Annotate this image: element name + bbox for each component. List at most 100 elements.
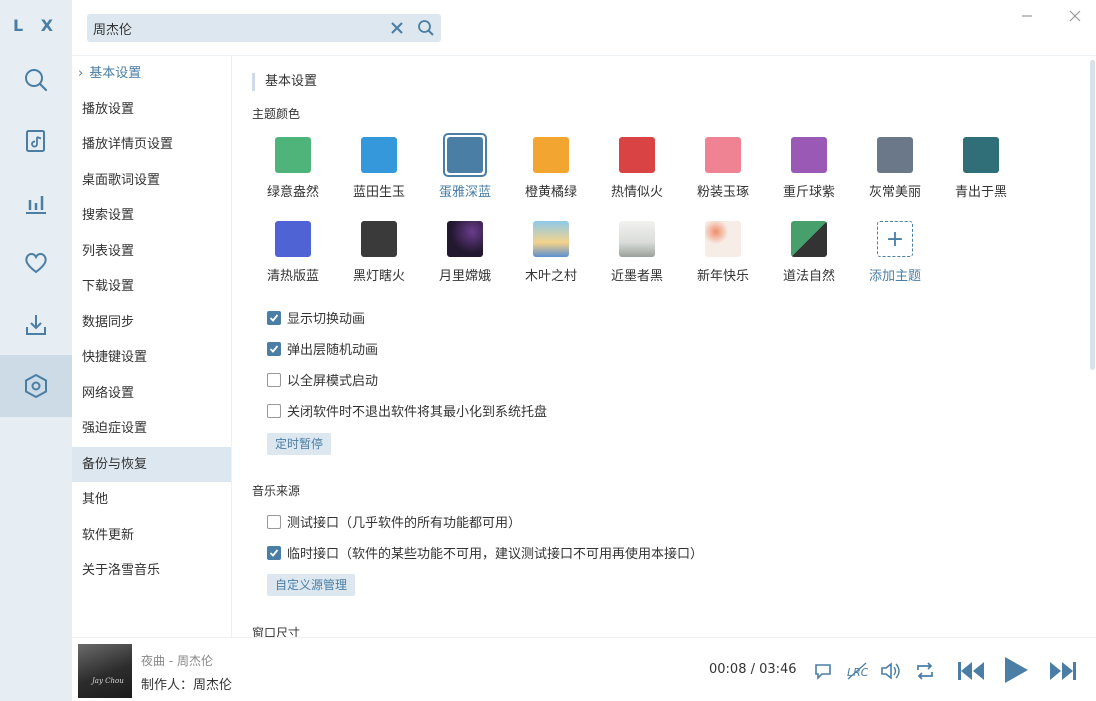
play-time: 00:08 / 03:46 <box>709 662 797 677</box>
theme-swatch[interactable]: 蛋雅深蓝 <box>427 133 503 200</box>
nav-songlist-button[interactable] <box>0 110 72 172</box>
theme-swatch[interactable]: 重斤球紫 <box>771 137 847 200</box>
settings-menu-label: 数据同步 <box>82 314 135 330</box>
nav-download-button[interactable] <box>0 294 72 356</box>
cover-text: Jay Chou <box>92 677 124 685</box>
custom-source-button[interactable]: 自定义源管理 <box>267 574 356 596</box>
theme-swatch[interactable]: 月里嫦娥 <box>427 221 503 284</box>
checkbox-checked-icon <box>267 545 281 560</box>
nav-leaderboard-button[interactable] <box>0 172 72 234</box>
checkbox-label: 测试接口（几乎软件的所有功能都可用） <box>287 516 522 531</box>
minimize-icon[interactable] <box>1019 8 1035 24</box>
settings-menu-label: 下载设置 <box>82 279 135 294</box>
nav-favorites-button[interactable] <box>0 232 72 294</box>
theme-name: 蛋雅深蓝 <box>438 185 491 200</box>
theme-swatch[interactable]: 灰常美丽 <box>857 137 933 200</box>
theme-name: 黑灯瞎火 <box>352 269 405 284</box>
add-theme-label: 添加主题 <box>868 269 921 284</box>
nav-settings-button[interactable] <box>0 355 72 417</box>
setting-checkbox[interactable]: 关闭软件时不退出软件将其最小化到系统托盘 <box>267 401 547 420</box>
checkbox-unchecked-icon <box>267 514 281 529</box>
nav-search-button[interactable] <box>0 49 72 111</box>
settings-menu-item[interactable]: 软件更新 <box>72 518 231 554</box>
checkbox-label: 弹出层随机动画 <box>287 343 379 358</box>
settings-menu-label: 关于洛雪音乐 <box>82 563 161 578</box>
sidebar-rail: L X <box>0 0 72 701</box>
player-bar: Jay Chou 夜曲 - 周杰伦 制作人：周杰伦 00:08 / 03:46 … <box>72 637 1096 701</box>
theme-name: 粉装玉琢 <box>696 185 749 200</box>
theme-color-sample <box>361 221 397 257</box>
settings-menu-label: 强迫症设置 <box>82 421 148 436</box>
theme-color-sample <box>877 137 913 173</box>
theme-swatch[interactable]: 粉装玉琢 <box>685 137 761 200</box>
settings-menu-item[interactable]: 搜索设置 <box>72 198 231 234</box>
next-track-icon[interactable] <box>1048 658 1078 684</box>
settings-menu-item[interactable]: 关于洛雪音乐 <box>72 553 231 589</box>
theme-swatch[interactable]: 青出于黑 <box>943 137 1019 200</box>
theme-swatch[interactable]: 木叶之村 <box>513 221 589 284</box>
theme-name: 重斤球紫 <box>782 185 835 200</box>
track-title[interactable]: 夜曲 - 周杰伦 <box>141 652 213 669</box>
setting-checkbox[interactable]: 以全屏模式启动 <box>267 370 378 389</box>
settings-menu-item[interactable]: 播放详情页设置 <box>72 127 231 163</box>
theme-name: 青出于黑 <box>954 185 1007 200</box>
download-icon <box>26 315 46 335</box>
theme-color-sample <box>447 137 483 173</box>
search-icon[interactable] <box>417 19 435 37</box>
theme-color-sample <box>361 137 397 173</box>
settings-menu-item[interactable]: 桌面歌词设置 <box>72 163 231 199</box>
comment-icon[interactable] <box>813 661 833 681</box>
content-scrollbar[interactable] <box>1090 60 1095 370</box>
repeat-icon[interactable] <box>914 661 936 681</box>
checkbox-label: 临时接口（软件的某些功能不可用，建议测试接口不可用再使用本接口） <box>287 547 704 562</box>
theme-swatch[interactable]: 橙黄橘绿 <box>513 137 589 200</box>
settings-menu-label: 软件更新 <box>82 527 135 543</box>
settings-menu-label: 列表设置 <box>82 243 135 259</box>
timer-pause-button[interactable]: 定时暂停 <box>267 433 332 455</box>
theme-swatch[interactable]: 新年快乐 <box>685 221 761 284</box>
settings-menu-item[interactable]: › 基本设置 <box>72 56 231 92</box>
settings-menu-item[interactable]: 下载设置 <box>72 269 231 305</box>
settings-menu-item[interactable]: 快捷键设置 <box>72 340 231 376</box>
setting-checkbox[interactable]: 测试接口（几乎软件的所有功能都可用） <box>267 512 521 531</box>
track-producer: 制作人：周杰伦 <box>141 678 233 693</box>
settings-menu-item[interactable]: 列表设置 <box>72 234 231 270</box>
setting-checkbox[interactable]: 弹出层随机动画 <box>267 339 378 358</box>
theme-swatch[interactable]: 道法自然 <box>771 221 847 284</box>
search-input[interactable] <box>93 14 383 42</box>
theme-swatch[interactable]: 黑灯瞎火 <box>341 221 417 284</box>
settings-menu-item[interactable]: 备份与恢复 <box>72 446 231 482</box>
search-icon <box>25 69 48 92</box>
volume-icon[interactable] <box>879 661 901 681</box>
theme-name: 热情似火 <box>610 185 663 200</box>
clear-icon[interactable] <box>389 20 405 36</box>
theme-swatch[interactable]: 绿意盎然 <box>255 137 331 200</box>
theme-swatch[interactable]: 清热版蓝 <box>255 221 331 284</box>
setting-checkbox[interactable]: 临时接口（软件的某些功能不可用，建议测试接口不可用再使用本接口） <box>267 543 703 562</box>
settings-menu-label: 搜索设置 <box>82 208 135 223</box>
settings-menu-item[interactable]: 网络设置 <box>72 376 231 412</box>
settings-menu-label: 其他 <box>82 492 109 507</box>
album-cover[interactable]: Jay Chou <box>78 644 132 698</box>
theme-swatch[interactable]: 热情似火 <box>599 137 675 200</box>
settings-menu-item[interactable]: 数据同步 <box>72 305 231 341</box>
previous-track-icon[interactable] <box>956 658 986 684</box>
theme-swatch[interactable]: 蓝田生玉 <box>341 137 417 200</box>
settings-hexagon-icon <box>25 373 47 399</box>
add-theme-button[interactable]: + 添加主题 <box>857 221 933 284</box>
theme-color-title: 主题颜色 <box>252 107 301 121</box>
settings-menu-item[interactable]: 其他 <box>72 482 231 518</box>
theme-color-sample <box>705 221 741 257</box>
settings-menu-label: 播放设置 <box>82 101 135 117</box>
settings-menu-item[interactable]: 播放设置 <box>72 92 231 128</box>
close-icon[interactable] <box>1067 8 1083 24</box>
setting-checkbox[interactable]: 显示切换动画 <box>267 308 365 327</box>
play-icon[interactable] <box>1002 655 1030 685</box>
theme-color-sample <box>275 137 311 173</box>
checkbox-checked-icon <box>267 341 281 356</box>
theme-color-sample <box>791 221 827 257</box>
theme-swatch[interactable]: 近墨者黑 <box>599 221 675 284</box>
settings-menu-item[interactable]: 强迫症设置 <box>72 411 231 447</box>
theme-color-sample <box>705 137 741 173</box>
lyric-toggle-icon[interactable]: LRC <box>846 661 868 681</box>
